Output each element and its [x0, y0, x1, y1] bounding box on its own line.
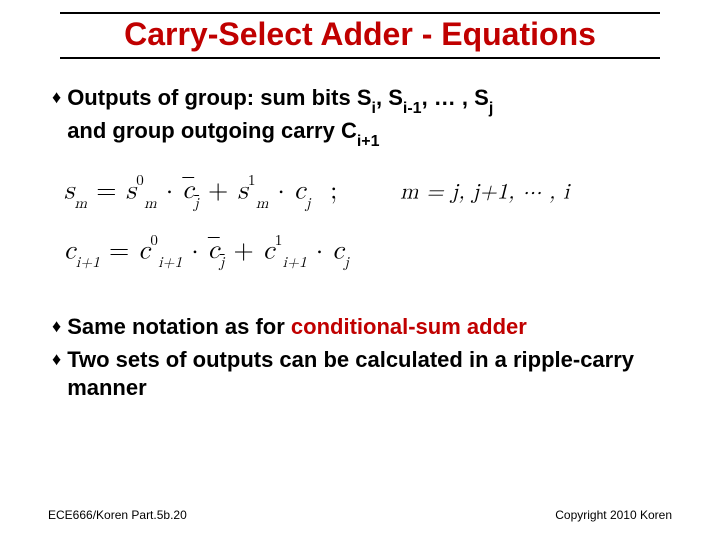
m1-t3-sup: 1 [248, 173, 256, 188]
m1-t1-s: s [126, 178, 137, 204]
m2-lhs-c: c [64, 238, 76, 264]
m1-range: m = j, j+1, ··· , i [400, 181, 569, 203]
m1-cbar: cj [182, 178, 199, 204]
diamond-icon: ♦ [52, 313, 61, 340]
b1-si: S [357, 85, 372, 110]
bullet-1: ♦ Outputs of group: sum bits Si, Si-1, …… [52, 84, 668, 150]
b2-red: conditional-sum adder [291, 314, 527, 339]
b1-sim1: S [388, 85, 403, 110]
b1-c: C [341, 118, 357, 143]
m2-cbar: cj [208, 238, 225, 264]
m1-t3-s: s [237, 178, 248, 204]
m2-t2-c: c [208, 238, 220, 264]
title-rule-bottom [60, 57, 660, 59]
m2-t3-sup: 1 [275, 233, 283, 248]
m1-plus: + [199, 178, 237, 204]
slide-body: ♦ Outputs of group: sum bits Si, Si-1, …… [52, 84, 668, 406]
m2-t1-c: c [139, 238, 151, 264]
bullet-1-text: Outputs of group: sum bits Si, Si-1, … ,… [67, 84, 668, 150]
m1-t3-sub: m [256, 196, 269, 211]
b1-sep2: , … , [422, 85, 475, 110]
m2-t2-sub: j [220, 255, 225, 270]
b1-sep1: , [376, 85, 388, 110]
title-block: Carry-Select Adder - Equations [60, 12, 660, 59]
equation-ci1: ci+1 = c0i+1 · cj + c1i+1 · cj [64, 236, 668, 270]
diamond-icon: ♦ [52, 346, 61, 373]
m1-semi: ; [321, 178, 346, 204]
spacer [52, 295, 668, 313]
m1-t2-sub: j [194, 196, 199, 211]
m2-eq: = [100, 238, 138, 264]
m1-dot1: · [157, 178, 182, 204]
m1-t2-c: c [182, 178, 194, 204]
slide: Carry-Select Adder - Equations ♦ Outputs… [0, 0, 720, 540]
m2-t4-sub: j [344, 255, 349, 270]
m1-t1-sub: m [144, 196, 157, 211]
m1-lhs-sub: m [75, 196, 88, 211]
m2-plus: + [225, 238, 263, 264]
m1-eq: = [87, 178, 125, 204]
b1-si-sub: i [372, 100, 376, 117]
m2-t4-c: c [332, 238, 344, 264]
footer-left: ECE666/Koren Part.5b.20 [48, 508, 187, 522]
m2-t3-sub: i+1 [283, 255, 307, 270]
m1-lhs-s: s [64, 178, 75, 204]
bullet-2: ♦ Same notation as for conditional-sum a… [52, 313, 668, 341]
m2-t1-sup: 0 [150, 233, 158, 248]
diamond-icon: ♦ [52, 84, 61, 111]
m1-dot2: · [269, 178, 294, 204]
bullet-3: ♦ Two sets of outputs can be calculated … [52, 346, 668, 402]
m1-t4-c: c [294, 178, 306, 204]
m1-t1-sup: 0 [136, 173, 144, 188]
m2-t3-c: c [263, 238, 275, 264]
b1-sj: S [474, 85, 489, 110]
m2-dot1: · [182, 238, 207, 264]
bullet-2-text: Same notation as for conditional-sum add… [67, 313, 668, 341]
b1-pre: Outputs of group: sum bits [67, 85, 357, 110]
equation-sm: sm = s0m · cj + s1m · cj ; m = j, j+1, ·… [64, 176, 668, 210]
m2-t1-sub: i+1 [158, 255, 182, 270]
b1-sj-sub: j [489, 100, 493, 117]
b1-line2a: and group outgoing carry [67, 118, 341, 143]
slide-title: Carry-Select Adder - Equations [60, 14, 660, 55]
m2-lhs-sub: i+1 [76, 255, 100, 270]
footer-right: Copyright 2010 Koren [555, 508, 672, 522]
b2-pre: Same notation as for [67, 314, 291, 339]
bullet-3-text: Two sets of outputs can be calculated in… [67, 346, 668, 402]
b1-sim1-sub: i-1 [403, 100, 422, 117]
m2-dot2: · [307, 238, 332, 264]
m1-t4-sub: j [306, 196, 311, 211]
b1-c-sub: i+1 [357, 133, 380, 150]
